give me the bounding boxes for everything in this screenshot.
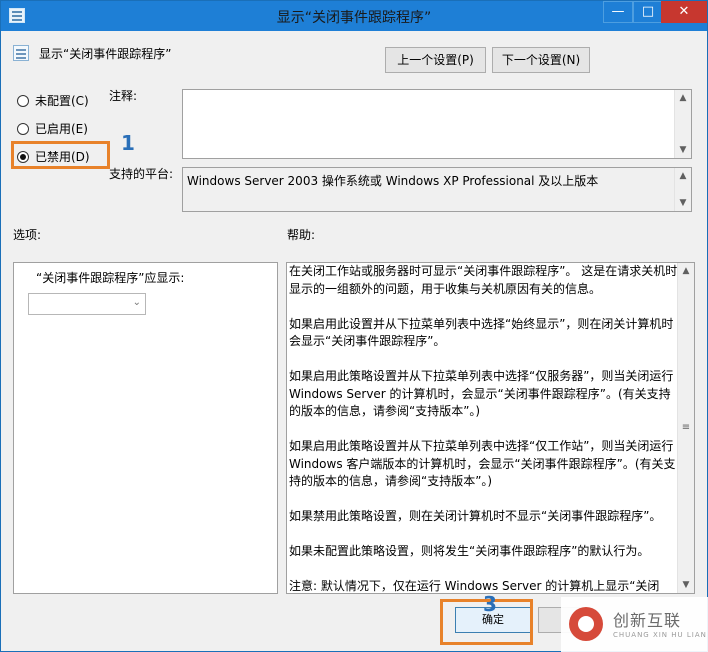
radio-enabled[interactable]: 已启用(E) [17, 120, 88, 137]
watermark-subtext: CHUANG XIN HU LIAN [613, 631, 707, 639]
scroll-down-icon[interactable]: ▼ [678, 577, 694, 593]
help-paragraph: 如果启用此策略设置并从下拉菜单列表中选择“仅工作站”，则当关闭运行 Window… [289, 439, 676, 488]
comment-label: 注释: [109, 89, 138, 103]
help-section-label: 帮助: [287, 228, 316, 242]
minimize-icon: — [611, 4, 625, 19]
help-text: 在关闭工作站或服务器时可显示“关闭事件跟踪程序”。 这是在请求关机时显示的一组额… [289, 263, 679, 613]
radio-not-configured[interactable]: 未配置(C) [17, 92, 89, 109]
help-paragraph: 如果未配置此策略设置，则将发生“关闭事件跟踪程序”的默认行为。 [289, 544, 650, 558]
scroll-down-icon[interactable]: ▼ [675, 195, 691, 211]
annotation-marker-3: 3 [483, 592, 497, 616]
radio-enabled-dot[interactable] [17, 123, 29, 135]
policy-setting-dialog: 显示“关闭事件跟踪程序” — □ ✕ 显示“关闭事件跟踪程序” 上一个设置(P)… [0, 0, 708, 652]
title-bar[interactable]: 显示“关闭事件跟踪程序” — □ ✕ [1, 1, 707, 31]
policy-icon [13, 45, 29, 61]
help-paragraph: 如果禁用此策略设置，则在关闭计算机时不显示“关闭事件跟踪程序”。 [289, 509, 662, 523]
display-mode-select[interactable]: ⌄ [28, 293, 146, 315]
help-paragraph: 如果启用此策略设置并从下拉菜单列表中选择“仅服务器”，则当关闭运行 Window… [289, 369, 674, 418]
scroll-grip-icon[interactable]: ≡ [681, 423, 691, 433]
help-scrollbar[interactable]: ▲ ≡ ▼ [677, 263, 694, 593]
highlight-disabled-box [11, 141, 110, 169]
watermark: 创新互联 CHUANG XIN HU LIAN [561, 597, 708, 652]
brand-logo-icon [569, 607, 603, 641]
platform-label: 支持的平台: [109, 167, 174, 181]
scroll-up-icon[interactable]: ▲ [675, 168, 691, 184]
radio-not-configured-dot[interactable] [17, 95, 29, 107]
scroll-up-icon[interactable]: ▲ [678, 263, 694, 279]
help-paragraph: 如果启用此设置并从下拉菜单列表中选择“始终显示”，则在闭关计算机时会显示“关闭事… [289, 316, 674, 349]
scroll-down-icon[interactable]: ▼ [675, 142, 691, 158]
comment-field[interactable]: ▲ ▼ [182, 89, 692, 159]
watermark-text: 创新互联 [613, 611, 682, 630]
platform-field: Windows Server 2003 操作系统或 Windows XP Pro… [182, 167, 692, 212]
chevron-down-icon: ⌄ [132, 297, 141, 308]
scroll-up-icon[interactable]: ▲ [675, 90, 691, 106]
maximize-button[interactable]: □ [633, 1, 663, 23]
window-title: 显示“关闭事件跟踪程序” [276, 10, 432, 26]
annotation-marker-1: 1 [121, 131, 135, 155]
options-display-label: “关闭事件跟踪程序”应显示: [36, 271, 185, 285]
radio-enabled-label: 已启用(E) [35, 122, 88, 136]
help-panel: 在关闭工作站或服务器时可显示“关闭事件跟踪程序”。 这是在请求关机时显示的一组额… [286, 262, 695, 594]
help-paragraph: 在关闭工作站或服务器时可显示“关闭事件跟踪程序”。 这是在请求关机时显示的一组额… [289, 264, 678, 296]
options-section-label: 选项: [13, 228, 42, 242]
comment-scrollbar[interactable]: ▲ ▼ [674, 90, 691, 158]
close-button[interactable]: ✕ [661, 1, 707, 23]
previous-setting-button[interactable]: 上一个设置(P) [385, 47, 486, 73]
radio-not-configured-label: 未配置(C) [35, 94, 89, 108]
platform-value: Windows Server 2003 操作系统或 Windows XP Pro… [187, 174, 599, 188]
options-panel: “关闭事件跟踪程序”应显示: ⌄ [13, 262, 278, 594]
maximize-icon: □ [641, 4, 655, 19]
platform-scrollbar[interactable]: ▲ ▼ [674, 168, 691, 211]
minimize-button[interactable]: — [603, 1, 633, 23]
policy-name: 显示“关闭事件跟踪程序” [39, 47, 172, 61]
next-setting-button[interactable]: 下一个设置(N) [492, 47, 590, 73]
close-icon: ✕ [678, 4, 690, 19]
